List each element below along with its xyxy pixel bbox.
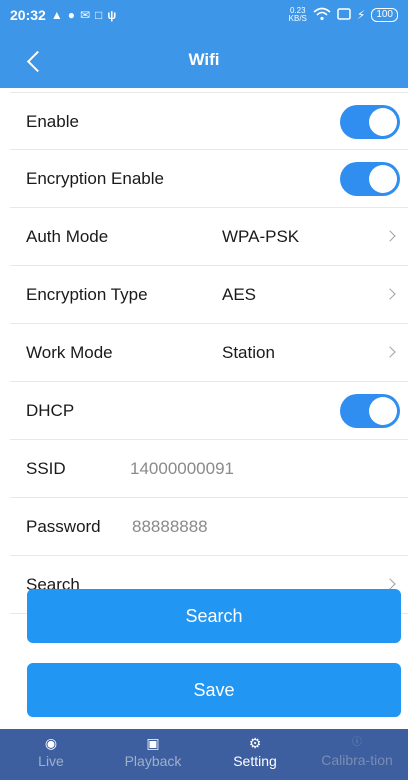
enable-label: Enable bbox=[26, 112, 79, 131]
screen-icon bbox=[337, 7, 351, 23]
status-time: 20:32 bbox=[10, 7, 46, 23]
camera-icon: ◉ bbox=[44, 735, 58, 751]
tab-calibration-label: Calibra-tion bbox=[321, 752, 393, 768]
tab-setting-label: Setting bbox=[233, 753, 277, 769]
wifi-icon bbox=[313, 7, 331, 24]
bottom-tab-bar: ◉ Live ▣ Playback ⚙ Setting ⓘ Calibra-ti… bbox=[0, 729, 408, 780]
encryption-enable-label: Encryption Enable bbox=[26, 169, 164, 188]
dhcp-row: DHCP bbox=[10, 382, 408, 440]
tab-live[interactable]: ◉ Live bbox=[0, 729, 102, 780]
gear-icon: ⚙ bbox=[248, 735, 262, 751]
tab-calibration[interactable]: ⓘ Calibra-tion bbox=[306, 729, 408, 780]
enable-toggle[interactable] bbox=[340, 105, 400, 139]
location-icon: ● bbox=[67, 8, 75, 22]
enable-row: Enable bbox=[10, 92, 408, 150]
work-mode-row[interactable]: Work Mode Station bbox=[10, 324, 408, 382]
tab-live-label: Live bbox=[38, 753, 64, 769]
dhcp-toggle[interactable] bbox=[340, 394, 400, 428]
save-button[interactable]: Save bbox=[27, 663, 401, 717]
encryption-type-value: AES bbox=[222, 285, 257, 304]
password-label: Password bbox=[26, 517, 101, 536]
encryption-type-label: Encryption Type bbox=[26, 285, 148, 304]
network-speed-unit: KB/S bbox=[288, 14, 307, 23]
work-mode-value: Station bbox=[222, 343, 275, 362]
password-input[interactable] bbox=[132, 498, 372, 556]
charging-icon: ⚡ bbox=[356, 8, 366, 22]
work-mode-label: Work Mode bbox=[26, 343, 113, 362]
tab-setting[interactable]: ⚙ Setting bbox=[204, 729, 306, 780]
usb-icon: ψ bbox=[107, 8, 117, 22]
tab-playback-label: Playback bbox=[124, 753, 182, 769]
info-icon: ⓘ bbox=[352, 737, 362, 748]
toggle-knob bbox=[369, 165, 397, 193]
auth-mode-row[interactable]: Auth Mode WPA-PSK bbox=[10, 208, 408, 266]
toggle-knob bbox=[369, 397, 397, 425]
nav-bar: Wifi bbox=[0, 30, 408, 88]
status-bar: 20:32 ▲ ● ✉ □ ψ 0.23 KB/S ⚡ 100 bbox=[0, 0, 408, 30]
message-icon: □ bbox=[95, 8, 103, 22]
ticket-icon: ▲ bbox=[50, 8, 63, 22]
ssid-input[interactable] bbox=[130, 440, 370, 498]
network-speed: 0.23 KB/S bbox=[289, 7, 307, 23]
battery-level: 100 bbox=[371, 8, 398, 22]
chevron-right-icon bbox=[384, 578, 396, 590]
search-button[interactable]: Search bbox=[27, 589, 401, 643]
chevron-right-icon bbox=[384, 346, 396, 358]
status-right: 0.23 KB/S ⚡ 100 bbox=[289, 7, 398, 24]
tab-playback[interactable]: ▣ Playback bbox=[102, 729, 204, 780]
encryption-enable-toggle[interactable] bbox=[340, 162, 400, 196]
encryption-type-row[interactable]: Encryption Type AES bbox=[10, 266, 408, 324]
ssid-label: SSID bbox=[26, 459, 66, 478]
dhcp-label: DHCP bbox=[26, 401, 75, 420]
chevron-right-icon bbox=[384, 230, 396, 242]
toggle-knob bbox=[369, 108, 397, 136]
status-left: 20:32 ▲ ● ✉ □ ψ bbox=[10, 7, 116, 23]
encryption-enable-row: Encryption Enable bbox=[10, 150, 408, 208]
auth-mode-value: WPA-PSK bbox=[222, 227, 300, 246]
settings-list: Enable Encryption Enable Auth Mode WPA-P… bbox=[0, 92, 408, 614]
image-icon: ▣ bbox=[146, 735, 160, 751]
auth-mode-label: Auth Mode bbox=[26, 227, 109, 246]
ssid-row: SSID bbox=[10, 440, 408, 498]
chevron-right-icon bbox=[384, 288, 396, 300]
password-row: Password bbox=[10, 498, 408, 556]
mail-icon: ✉ bbox=[79, 8, 91, 22]
page-title: Wifi bbox=[188, 50, 220, 69]
